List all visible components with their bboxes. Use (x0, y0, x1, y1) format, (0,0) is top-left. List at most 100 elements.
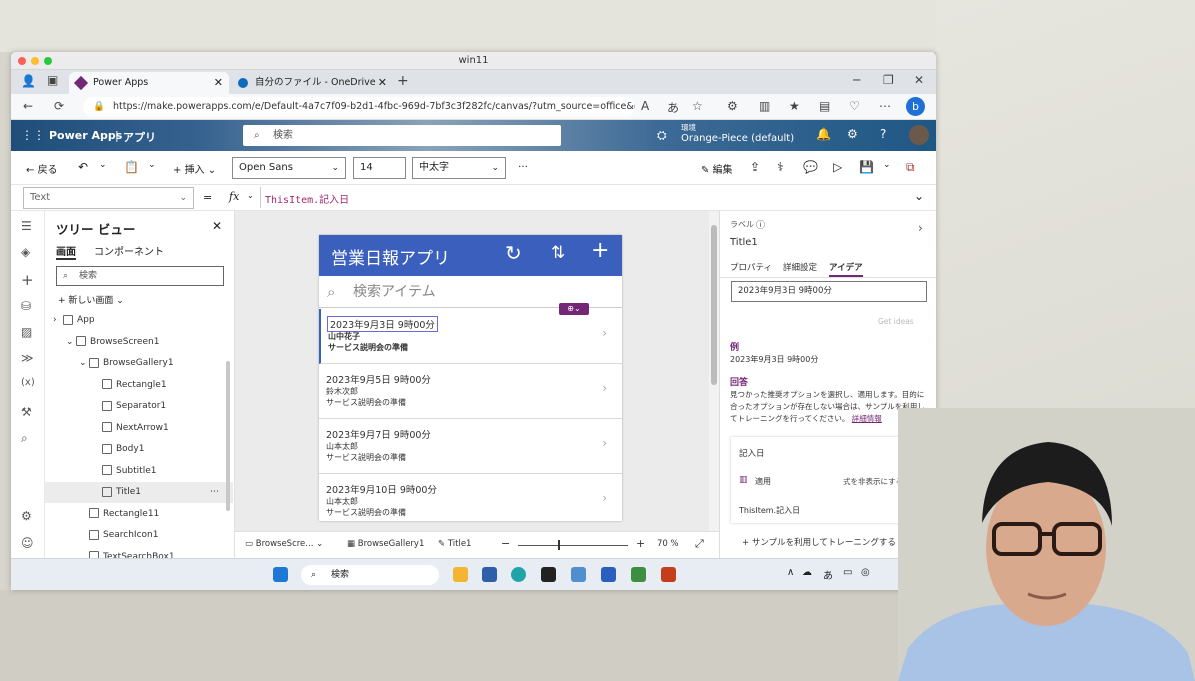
insert-button[interactable]: + 挿入 ⌄ (173, 161, 216, 176)
tab-screens[interactable]: 画面 (56, 243, 76, 260)
ai-copilot-badge-icon[interactable]: ⊕⌄ (559, 303, 589, 315)
tab-power-apps[interactable]: Power Apps ✕ (69, 72, 229, 94)
get-ideas-button[interactable]: Get ideas (878, 317, 914, 326)
ideas-input[interactable]: 2023年9月3日 9時00分 (731, 281, 927, 302)
data-icon[interactable]: ⛁ (21, 299, 31, 313)
close-dot-icon[interactable] (18, 57, 26, 65)
publish-icon[interactable]: ⧉ (906, 160, 915, 175)
chevron-down-icon[interactable]: ⌄ (79, 353, 89, 374)
file-explorer-icon[interactable] (453, 567, 468, 582)
next-arrow-icon[interactable]: › (602, 436, 607, 450)
info-icon[interactable]: ⓘ (756, 218, 765, 231)
tools-icon[interactable]: ⚒ (21, 405, 32, 419)
ime-icon[interactable]: あ (823, 567, 833, 582)
tab-components[interactable]: コンポーネント (94, 243, 164, 258)
edit-button[interactable]: ✎ 編集 (701, 161, 733, 176)
tree-node-separator1[interactable]: Separator1 (45, 396, 233, 417)
store-icon[interactable] (482, 567, 497, 582)
help-icon[interactable]: ? (880, 127, 886, 141)
start-icon[interactable] (273, 567, 288, 582)
layers-icon[interactable]: ◈ (21, 245, 30, 259)
zoom-slider[interactable] (518, 540, 628, 550)
settings-icon[interactable]: ⚙ (21, 509, 32, 523)
font-weight-dropdown[interactable]: 中太字 ⌄ (412, 157, 506, 179)
tab-advanced[interactable]: 詳細設定 (783, 261, 817, 273)
tree-search-input[interactable]: ⌕ 検索 (56, 266, 224, 286)
undo-menu-icon[interactable]: ⌄ (99, 160, 107, 170)
browser-essentials-icon[interactable]: ♡ (849, 99, 860, 113)
profile-icon[interactable]: 👤 (21, 74, 36, 88)
train-button[interactable]: + サンプルを利用してトレーニングする (742, 536, 896, 548)
powershell-icon[interactable] (601, 567, 616, 582)
extensions-icon[interactable]: ⚙ (727, 99, 738, 113)
minimize-icon[interactable]: ─ (853, 73, 860, 87)
environment-name[interactable]: Orange-Piece (default) (681, 133, 794, 144)
tab-ideas[interactable]: アイデア (829, 261, 863, 277)
zoom-thumb[interactable] (558, 540, 560, 550)
media-icon[interactable]: ▨ (21, 325, 32, 339)
scroll-thumb[interactable] (711, 225, 717, 385)
comment-icon[interactable]: 💬 (803, 160, 818, 174)
gallery-item[interactable]: 2023年9月10日 9時00分 山本太郎 サービス説明会の準備 › (319, 474, 622, 521)
power-bi-icon[interactable] (631, 567, 646, 582)
tree-node-searchicon1[interactable]: SearchIcon1 (45, 525, 233, 546)
add-item-icon[interactable]: + (591, 238, 609, 263)
canvas-scrollbar[interactable] (709, 211, 719, 531)
fx-button[interactable]: fx (229, 190, 239, 203)
bell-icon[interactable]: 🔔 (816, 127, 831, 141)
fx-chevron-icon[interactable]: ⌄ (247, 191, 254, 200)
gear-icon[interactable]: ⚙ (847, 127, 858, 141)
power-automate-icon[interactable]: ≫ (21, 351, 34, 365)
favorite-icon[interactable]: ☆ (692, 99, 703, 113)
insert-icon[interactable]: + (21, 271, 34, 289)
next-arrow-icon[interactable]: › (602, 381, 607, 395)
breadcrumb-screen[interactable]: ▭ BrowseScre... ⌄ (245, 539, 323, 549)
refresh-icon[interactable]: ↻ (505, 241, 522, 265)
volume-icon[interactable]: ◎ (861, 567, 870, 578)
header-search-input[interactable]: ⌕ 検索 (243, 125, 561, 146)
url-input[interactable]: 🔒 https://make.powerapps.com/e/Default-4… (83, 97, 635, 117)
tree-node-rectangle11[interactable]: Rectangle11 (45, 504, 233, 525)
app-launcher-icon[interactable]: ⋮⋮ (21, 128, 45, 142)
hide-formula-button[interactable]: 式を非表示にする (843, 476, 903, 487)
taskbar-search[interactable]: ⌕ 検索 (301, 565, 439, 585)
tab-properties[interactable]: プロパティ (730, 261, 772, 273)
close-tab-icon[interactable]: ✕ (378, 72, 387, 94)
variables-icon[interactable]: (x) (21, 377, 35, 388)
next-arrow-icon[interactable]: › (602, 491, 607, 505)
tree-node-body1[interactable]: Body1 (45, 439, 233, 460)
minimize-dot-icon[interactable] (31, 57, 39, 65)
edge-icon[interactable] (511, 567, 526, 582)
save-menu-icon[interactable]: ⌄ (883, 160, 891, 170)
tree-node-browsescreen1[interactable]: ⌄ BrowseScreen1 (45, 332, 233, 353)
read-aloud-icon[interactable]: A (641, 99, 649, 113)
play-icon[interactable]: ▷ (833, 160, 842, 174)
save-icon[interactable]: 💾 (859, 160, 874, 174)
back-button[interactable]: ← 戻る (26, 161, 58, 176)
more-commands-icon[interactable]: … (518, 159, 528, 170)
sort-icon[interactable]: ⇅ (551, 243, 565, 263)
section-name[interactable]: アプリ (123, 129, 156, 145)
gallery-item[interactable]: 2023年9月5日 9時00分 鈴木次郎 サービス説明会の準備 › (319, 364, 622, 419)
favorites-icon[interactable]: ★ (789, 99, 800, 113)
back-icon[interactable]: ← (23, 99, 33, 113)
tab-actions-icon[interactable]: ▣ (47, 73, 58, 87)
powerpoint-icon[interactable] (661, 567, 676, 582)
breadcrumb-control[interactable]: ✎ Title1 (438, 539, 471, 549)
zoom-out-icon[interactable]: − (501, 537, 510, 550)
share-icon[interactable]: ⇪ (750, 160, 760, 174)
paste-icon[interactable]: 📋 (124, 160, 139, 174)
close-tab-icon[interactable]: ✕ (214, 72, 223, 94)
chevron-right-icon[interactable]: › (53, 310, 63, 331)
chevron-down-icon[interactable]: ⌄ (66, 332, 76, 353)
more-icon[interactable]: ⋯ (210, 482, 219, 503)
maximize-dot-icon[interactable] (44, 57, 52, 65)
tree-node-subtitle1[interactable]: Subtitle1 (45, 461, 233, 482)
menu-icon[interactable]: ☰ (21, 219, 32, 233)
avatar[interactable] (909, 125, 929, 145)
tray-chevron-icon[interactable]: ∧ (787, 567, 794, 578)
split-icon[interactable]: ▥ (759, 99, 770, 113)
gallery-item[interactable]: 2023年9月3日 9時00分 山中花子 サービス説明会の準備 › (319, 309, 622, 364)
font-dropdown[interactable]: Open Sans ⌄ (232, 157, 346, 179)
font-size-input[interactable]: 14 (353, 157, 406, 179)
